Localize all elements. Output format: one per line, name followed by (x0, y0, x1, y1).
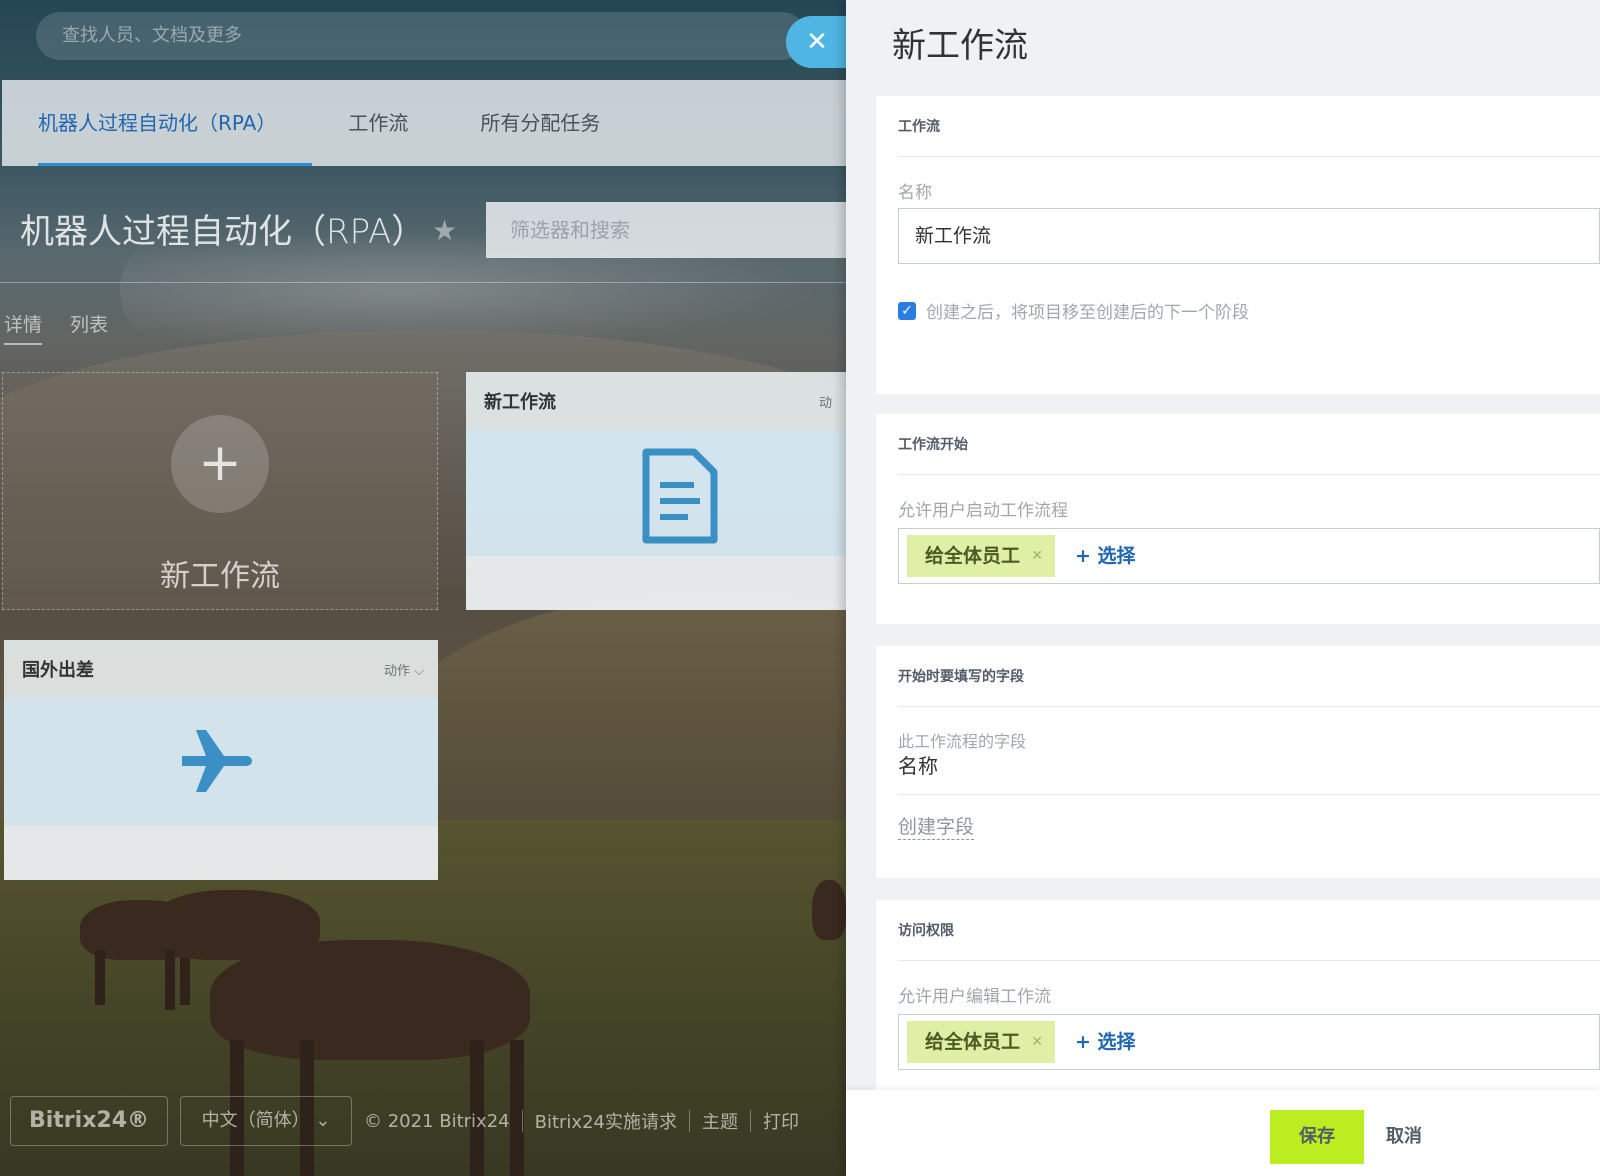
subtab-details[interactable]: 详情 (4, 310, 43, 345)
footer-link-print[interactable]: 打印 (763, 1108, 799, 1134)
move-stage-checkbox[interactable]: ✓ (898, 301, 916, 320)
divider (898, 706, 1600, 707)
divider (898, 794, 1600, 795)
section-workflow: 工作流 名称 新工作流 ✓ 创建之后，将项目移至创建后的下一个阶段 (876, 96, 1600, 394)
start-permission-selector: 给全体员工 ✕ + 选择 (898, 528, 1600, 584)
select-link[interactable]: + 选择 (1075, 1015, 1136, 1069)
divider (750, 1110, 751, 1132)
edit-permission-selector: 给全体员工 ✕ + 选择 (898, 1014, 1600, 1070)
divider (898, 156, 1600, 157)
chevron-down-icon: ⌄ (315, 1110, 331, 1131)
tab-workflows[interactable]: 工作流 (312, 80, 444, 166)
section-heading: 开始时要填写的字段 (898, 669, 1024, 685)
section-access-rights: 访问权限 允许用户编辑工作流 给全体员工 ✕ + 选择 (876, 900, 1600, 1090)
remove-icon[interactable]: ✕ (1031, 535, 1043, 577)
page-title: 机器人过程自动化（RPA） (20, 212, 426, 252)
name-input[interactable]: 新工作流 (898, 208, 1600, 264)
top-tabs: 机器人过程自动化（RPA） 工作流 所有分配任务 (2, 80, 846, 166)
tab-rpa[interactable]: 机器人过程自动化（RPA） (2, 80, 313, 166)
divider (898, 474, 1600, 475)
all-employees-chip: 给全体员工 ✕ (907, 1021, 1055, 1063)
global-search-input[interactable]: 查找人员、文档及更多 (36, 12, 806, 60)
divider (521, 1110, 523, 1132)
divider (898, 960, 1600, 961)
airplane-icon (182, 730, 252, 792)
all-employees-chip: 给全体员工 ✕ (907, 535, 1055, 577)
card-footer (4, 826, 438, 880)
add-workflow-tile[interactable]: + 新工作流 (2, 372, 438, 610)
card-action-menu[interactable]: 动作 ⌵ (384, 660, 424, 679)
star-icon[interactable]: ★ (432, 214, 457, 247)
tab-all-tasks[interactable]: 所有分配任务 (444, 80, 636, 166)
footer-link-theme[interactable]: 主题 (702, 1108, 738, 1134)
cancel-button[interactable]: 取消 (1386, 1110, 1422, 1164)
add-tile-label: 新工作流 (160, 559, 280, 594)
fields-label: 此工作流程的字段 (898, 732, 1027, 751)
filter-search-input[interactable]: 筛选器和搜索 (486, 202, 846, 258)
select-link[interactable]: + 选择 (1075, 529, 1136, 583)
view-subtabs: 详情 列表 (4, 310, 108, 345)
close-icon: ✕ (806, 27, 828, 57)
card-title: 国外出差 (22, 660, 94, 681)
workflow-card[interactable]: 新工作流 动 (466, 372, 846, 610)
checkbox-label: 创建之后，将项目移至创建后的下一个阶段 (926, 303, 1249, 323)
document-icon (642, 448, 718, 544)
section-workflow-start: 工作流开始 允许用户启动工作流程 给全体员工 ✕ + 选择 (876, 414, 1600, 624)
card-footer (466, 556, 846, 610)
section-start-fields: 开始时要填写的字段 此工作流程的字段 名称 创建字段 (876, 646, 1600, 878)
language-select[interactable]: 中文（简体） ⌄ (180, 1096, 352, 1146)
bitrix24-logo[interactable]: Bitrix24® (10, 1096, 168, 1146)
copyright-text: © 2021 Bitrix24 (364, 1110, 510, 1132)
card-action-menu[interactable]: 动 (819, 392, 832, 411)
panel-title: 新工作流 (892, 26, 1028, 66)
section-heading: 访问权限 (898, 923, 954, 939)
workflow-card[interactable]: 国外出差 动作 ⌵ (4, 640, 438, 880)
start-permission-label: 允许用户启动工作流程 (898, 501, 1068, 521)
move-stage-option: ✓ 创建之后，将项目移至创建后的下一个阶段 (898, 298, 1249, 323)
section-heading: 工作流开始 (898, 437, 968, 453)
close-panel-button[interactable]: ✕ (786, 16, 848, 68)
card-title: 新工作流 (484, 392, 556, 413)
plus-icon: + (171, 415, 269, 513)
subtab-list[interactable]: 列表 (70, 310, 108, 345)
field-name-value: 名称 (898, 754, 938, 778)
remove-icon[interactable]: ✕ (1031, 1021, 1043, 1063)
card-body (466, 430, 846, 558)
divider (689, 1110, 690, 1132)
save-button[interactable]: 保存 (1270, 1110, 1364, 1164)
create-field-link[interactable]: 创建字段 (898, 812, 975, 840)
new-workflow-panel: 新工作流 工作流 名称 新工作流 ✓ 创建之后，将项目移至创建后的下一个阶段 工… (846, 0, 1600, 1176)
card-body (4, 698, 438, 826)
chevron-down-icon: ⌵ (414, 664, 424, 679)
section-heading: 工作流 (898, 119, 940, 135)
edit-permission-label: 允许用户编辑工作流 (898, 987, 1051, 1007)
divider (0, 282, 846, 283)
name-label: 名称 (898, 183, 932, 203)
page-footer: Bitrix24® 中文（简体） ⌄ © 2021 Bitrix24 Bitri… (10, 1096, 799, 1146)
panel-footer: 保存 取消 (846, 1090, 1600, 1176)
footer-link-implementation[interactable]: Bitrix24实施请求 (535, 1108, 677, 1134)
